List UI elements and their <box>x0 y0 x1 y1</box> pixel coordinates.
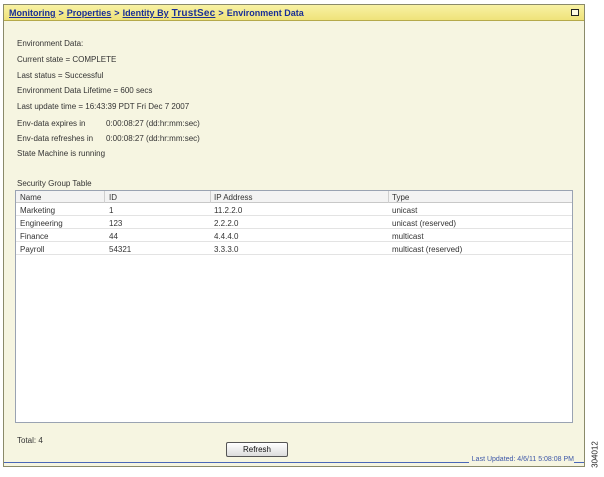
environment-heading: Environment Data: <box>17 39 84 48</box>
cell-ip-address: 11.2.2.0 <box>214 206 243 215</box>
column-divider[interactable] <box>104 191 105 203</box>
column-divider[interactable] <box>210 191 211 203</box>
refreshes-label: Env-data refreshes in <box>17 134 94 143</box>
security-group-table-title: Security Group Table <box>17 179 92 188</box>
breadcrumb-identity-by[interactable]: Identity By <box>123 8 169 18</box>
cell-ip-address: 4.4.4.0 <box>214 232 239 241</box>
trustsec-logo[interactable]: TrustSec <box>172 8 216 19</box>
column-divider[interactable] <box>388 191 389 203</box>
column-header-ip-address[interactable]: IP Address <box>214 193 253 202</box>
expires-label: Env-data expires in <box>17 119 86 128</box>
breadcrumb: Monitoring > Properties > Identity By Tr… <box>9 8 304 19</box>
cell-id: 123 <box>109 219 123 228</box>
last-updated-status: Last Updated: 4/6/11 5:08:08 PM <box>468 456 574 463</box>
cell-id: 1 <box>109 206 114 215</box>
env-data-expires: Env-data expires in 0:00:08:27 (dd:hr:mm… <box>17 119 200 128</box>
cell-type: unicast (reserved) <box>392 219 457 228</box>
figure-number-text: 304012 <box>590 441 600 468</box>
cell-name: Engineering <box>20 219 63 228</box>
maximize-icon[interactable] <box>571 9 579 16</box>
cell-ip-address: 2.2.2.0 <box>214 219 239 228</box>
column-header-name[interactable]: Name <box>20 193 41 202</box>
table-row[interactable]: Engineering 123 2.2.2.0 unicast (reserve… <box>16 217 572 229</box>
breadcrumb-separator: > <box>218 8 224 18</box>
column-header-type[interactable]: Type <box>392 193 409 202</box>
refresh-button[interactable]: Refresh <box>226 442 288 457</box>
breadcrumb-separator: > <box>114 8 120 18</box>
figure-number: 304012 <box>590 437 601 473</box>
last-status: Last status = Successful <box>17 71 104 80</box>
expires-value: 0:00:08:27 (dd:hr:mm:sec) <box>106 119 200 128</box>
last-update-time: Last update time = 16:43:39 PDT Fri Dec … <box>17 102 190 111</box>
cell-name: Marketing <box>20 206 56 215</box>
cell-name: Payroll <box>20 245 45 254</box>
cell-type: multicast (reserved) <box>392 245 463 254</box>
breadcrumb-current: Environment Data <box>226 8 304 18</box>
table-row[interactable]: Marketing 1 11.2.2.0 unicast <box>16 204 572 216</box>
state-machine-status: State Machine is running <box>17 149 106 158</box>
title-bar: Monitoring > Properties > Identity By Tr… <box>4 5 584 21</box>
cell-type: unicast <box>392 206 418 215</box>
cell-id: 44 <box>109 232 118 241</box>
table-header: Name ID IP Address Type <box>16 191 572 203</box>
breadcrumb-separator: > <box>58 8 64 18</box>
environment-data-window: Monitoring > Properties > Identity By Tr… <box>3 4 585 467</box>
table-row[interactable]: Payroll 54321 3.3.3.0 multicast (reserve… <box>16 243 572 255</box>
table-row[interactable]: Finance 44 4.4.4.0 multicast <box>16 230 572 242</box>
breadcrumb-monitoring[interactable]: Monitoring <box>9 8 56 18</box>
cell-type: multicast <box>392 232 424 241</box>
env-data-refreshes: Env-data refreshes in 0:00:08:27 (dd:hr:… <box>17 134 200 143</box>
column-header-id[interactable]: ID <box>109 193 117 202</box>
breadcrumb-properties[interactable]: Properties <box>67 8 112 18</box>
cell-ip-address: 3.3.3.0 <box>214 245 239 254</box>
cell-name: Finance <box>20 232 49 241</box>
data-lifetime: Environment Data Lifetime = 600 secs <box>17 86 153 95</box>
refreshes-value: 0:00:08:27 (dd:hr:mm:sec) <box>106 134 200 143</box>
security-group-table[interactable]: Name ID IP Address Type Marketing 1 11.2… <box>15 190 573 423</box>
total-count: Total: 4 <box>17 436 43 445</box>
cell-id: 54321 <box>109 245 132 254</box>
current-state: Current state = COMPLETE <box>17 55 117 64</box>
